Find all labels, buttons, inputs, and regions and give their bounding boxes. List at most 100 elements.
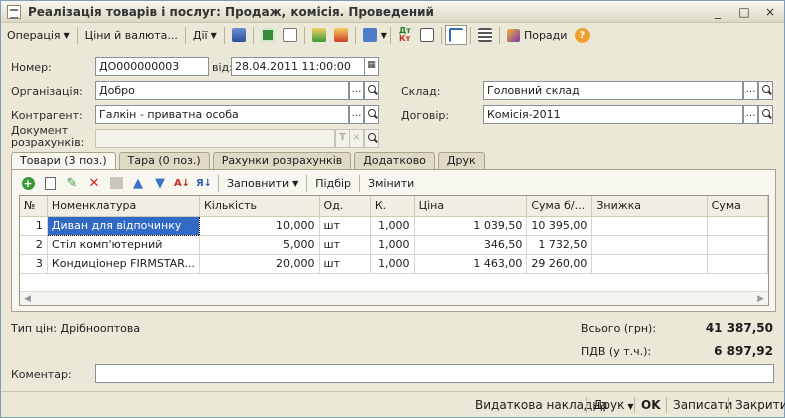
search-icon[interactable] (364, 105, 379, 124)
prices-currency-button[interactable]: Ціни й валюта... (81, 25, 182, 45)
cell[interactable]: 1,000 (370, 235, 415, 255)
select-organization-button[interactable]: … (349, 81, 364, 100)
table-row[interactable]: 3 Кондиціонер FIRMSTAR... 20,000 шт 1,00… (20, 254, 768, 274)
sort-asc-icon[interactable]: A↓ (171, 173, 193, 193)
close-button[interactable]: Закрити (735, 396, 785, 414)
col-number[interactable]: № (20, 196, 48, 217)
select-counterparty-button[interactable]: … (349, 105, 364, 124)
cell[interactable]: шт (319, 235, 371, 255)
close-window-button[interactable]: × (762, 4, 778, 20)
cell[interactable]: шт (319, 254, 371, 274)
list-icon[interactable] (474, 25, 496, 45)
cell[interactable]: Стіл комп'ютерний (47, 235, 200, 255)
move-down-icon[interactable]: ▼ (149, 173, 171, 193)
search-icon[interactable] (364, 81, 379, 100)
goods-table[interactable]: № Номенклатура Кількість Од. К. Ціна Сум… (19, 195, 769, 306)
col-sum[interactable]: Сума (707, 196, 768, 217)
col-quantity[interactable]: Кількість (199, 196, 320, 217)
cell[interactable]: 346,50 (414, 235, 528, 255)
post-and-close-icon[interactable] (228, 25, 250, 45)
edit-row-icon[interactable]: ✎ (61, 173, 83, 193)
tab-settlement-accounts[interactable]: Рахунки розрахунків (212, 152, 352, 170)
move-up-icon[interactable]: ▲ (127, 173, 149, 193)
go-to-icon[interactable] (359, 25, 381, 45)
col-unit[interactable]: Од. (319, 196, 371, 217)
cell[interactable]: 3 (20, 254, 48, 274)
sort-desc-icon[interactable]: Я↓ (193, 173, 215, 193)
debit-credit-icon[interactable]: Дт Кт (394, 25, 416, 45)
copy-icon[interactable] (279, 25, 301, 45)
cell[interactable] (707, 254, 768, 274)
tab-print[interactable]: Друк (437, 152, 485, 170)
cell[interactable]: 1,000 (370, 216, 415, 236)
cell[interactable]: 1,000 (370, 254, 415, 274)
tab-additional[interactable]: Додатково (354, 152, 435, 170)
horizontal-scrollbar[interactable]: ◀ ▶ (20, 291, 768, 305)
invoice-button[interactable]: Видаткова накладна (475, 396, 607, 414)
table-row[interactable]: 2 Стіл комп'ютерний 5,000 шт 1,000 346,5… (20, 235, 768, 255)
col-price[interactable]: Ціна (414, 196, 528, 217)
ok-button[interactable]: OK (641, 396, 661, 414)
cell[interactable]: 5,000 (199, 235, 320, 255)
cell[interactable] (707, 235, 768, 255)
organization-field[interactable]: Добро (95, 81, 349, 100)
cell[interactable]: Кондиціонер FIRMSTAR... (47, 254, 200, 274)
cell[interactable]: 10,000 (199, 216, 320, 236)
report-icon[interactable] (416, 25, 438, 45)
col-sum-without-discount[interactable]: Сума б/... (526, 196, 593, 217)
copy-row-icon[interactable] (39, 173, 61, 193)
cell[interactable]: 2 (20, 235, 48, 255)
scroll-right-icon[interactable]: ▶ (757, 294, 764, 304)
cell[interactable] (591, 235, 708, 255)
cell[interactable]: 20,000 (199, 254, 320, 274)
tab-containers[interactable]: Тара (0 поз.) (118, 152, 210, 170)
post-document-icon[interactable] (308, 25, 330, 45)
cell[interactable]: Диван для відпочинку (46, 215, 200, 236)
cell[interactable]: 1 463,00 (414, 254, 528, 274)
cell[interactable]: 1 (20, 216, 48, 236)
print-menu[interactable]: Друк ▼ (593, 396, 634, 414)
minimize-button[interactable]: _ (710, 4, 726, 20)
cell[interactable]: шт (319, 216, 371, 236)
cell[interactable]: 10 395,00 (526, 216, 593, 236)
operation-menu[interactable]: Операція ▼ (3, 25, 74, 45)
col-nomenclature[interactable]: Номенклатура (47, 196, 200, 217)
prices-label: Ціни й валюта... (84, 28, 178, 42)
chevron-down-icon[interactable]: ▼ (381, 31, 387, 40)
col-coefficient[interactable]: К. (370, 196, 415, 217)
select-button[interactable]: Підбір (310, 177, 356, 190)
date-field[interactable]: 28.04.2011 11:00:00 (231, 57, 365, 76)
add-row-icon[interactable]: + (17, 173, 39, 193)
cell[interactable] (707, 216, 768, 236)
contract-field[interactable]: Комісія-2011 (483, 105, 743, 124)
tips-button[interactable]: Поради (503, 25, 571, 45)
refresh-icon[interactable] (257, 25, 279, 45)
cell[interactable] (591, 216, 708, 236)
cell[interactable] (591, 254, 708, 274)
structure-icon[interactable] (444, 25, 467, 45)
total-label: Всього (грн): (581, 322, 657, 335)
number-field[interactable]: ДО000000003 (95, 57, 209, 76)
help-icon[interactable]: ? (571, 25, 593, 45)
select-contract-button[interactable]: … (743, 105, 758, 124)
table-row[interactable]: 1 Диван для відпочинку 10,000 шт 1,000 1… (20, 215, 768, 236)
save-button[interactable]: Записати (673, 396, 732, 414)
warehouse-field[interactable]: Головний склад (483, 81, 743, 100)
scroll-left-icon[interactable]: ◀ (24, 294, 31, 304)
cell[interactable]: 1 039,50 (414, 216, 528, 236)
fill-menu[interactable]: Заповнити ▼ (222, 177, 303, 190)
change-button[interactable]: Змінити (363, 177, 419, 190)
calendar-icon[interactable]: ▦ (364, 57, 379, 76)
select-warehouse-button[interactable]: … (743, 81, 758, 100)
unpost-document-icon[interactable] (330, 25, 352, 45)
actions-menu[interactable]: Дії ▼ (189, 25, 221, 45)
cell[interactable]: 1 732,50 (526, 235, 593, 255)
delete-row-icon[interactable]: ✕ (83, 173, 105, 193)
search-icon[interactable] (758, 81, 773, 100)
cell[interactable]: 29 260,00 (526, 254, 593, 274)
search-icon[interactable] (758, 105, 773, 124)
comment-field[interactable] (95, 364, 774, 383)
maximize-button[interactable]: □ (736, 4, 752, 20)
col-discount[interactable]: Знижка (591, 196, 708, 217)
counterparty-field[interactable]: Галкін - приватна особа (95, 105, 349, 124)
